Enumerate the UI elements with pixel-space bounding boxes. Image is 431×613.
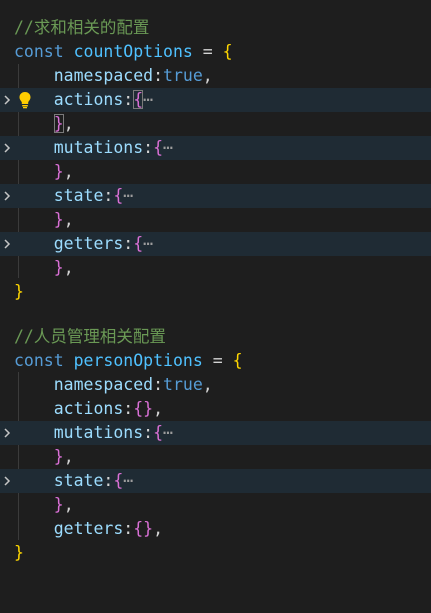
- code-line: },: [53, 258, 74, 277]
- close-brace: }: [53, 162, 64, 181]
- boolean-value: true: [163, 375, 203, 394]
- property-key: getters: [53, 234, 124, 253]
- code-line: },: [53, 495, 74, 514]
- close-brace: }: [14, 282, 24, 301]
- chevron-right-icon[interactable]: [0, 136, 14, 160]
- code-line-folded[interactable]: state:{⋯: [0, 469, 431, 493]
- open-brace: {: [133, 399, 144, 418]
- comment: //求和相关的配置: [14, 18, 150, 37]
- code-line-folded[interactable]: mutations:{⋯: [0, 136, 431, 160]
- code-line: const countOptions = {: [0, 40, 431, 64]
- code-line: },: [53, 447, 74, 466]
- open-brace: {: [153, 423, 164, 442]
- property-key: state: [53, 471, 104, 490]
- code-line: },: [53, 162, 74, 181]
- close-brace: }: [143, 519, 154, 538]
- code-line: //求和相关的配置: [0, 16, 431, 40]
- code-line-folded[interactable]: getters:{⋯: [0, 232, 431, 256]
- variable-name: countOptions: [73, 42, 193, 61]
- operator: =: [202, 42, 213, 61]
- close-brace: }: [53, 258, 64, 277]
- close-brace: }: [53, 210, 64, 229]
- fold-ellipsis[interactable]: ⋯: [123, 186, 133, 205]
- fold-ellipsis[interactable]: ⋯: [163, 423, 173, 442]
- close-brace: }: [143, 399, 154, 418]
- chevron-right-icon[interactable]: [0, 421, 14, 445]
- fold-ellipsis[interactable]: ⋯: [163, 138, 173, 157]
- code-line-folded[interactable]: mutations:{⋯: [0, 421, 431, 445]
- code-line: }: [0, 280, 431, 304]
- keyword-const: const: [14, 351, 64, 370]
- property-key: getters: [53, 519, 124, 538]
- open-brace: {: [133, 234, 144, 253]
- code-line: const personOptions = {: [0, 349, 431, 373]
- keyword-const: const: [14, 42, 64, 61]
- fold-ellipsis[interactable]: ⋯: [143, 90, 153, 109]
- operator: =: [212, 351, 223, 370]
- code-line: namespaced:true,: [53, 375, 213, 394]
- chevron-right-icon[interactable]: [0, 88, 14, 112]
- open-brace: {: [133, 90, 144, 109]
- code-line: },: [53, 210, 74, 229]
- chevron-right-icon[interactable]: [0, 232, 14, 256]
- property-key: state: [53, 186, 104, 205]
- code-line: namespaced:true,: [53, 66, 213, 85]
- boolean-value: true: [163, 66, 203, 85]
- close-brace: }: [53, 495, 64, 514]
- fold-ellipsis[interactable]: ⋯: [123, 471, 133, 490]
- code-line: actions:{},: [53, 399, 164, 418]
- property-key: namespaced: [53, 375, 154, 394]
- open-brace: {: [113, 186, 124, 205]
- property-key: mutations: [53, 138, 144, 157]
- chevron-right-icon[interactable]: [0, 469, 14, 493]
- code-line-folded[interactable]: state:{⋯: [0, 184, 431, 208]
- open-brace: {: [153, 138, 164, 157]
- property-key: actions: [53, 399, 124, 418]
- code-line: },: [53, 114, 74, 133]
- fold-ellipsis[interactable]: ⋯: [143, 234, 153, 253]
- close-brace: }: [53, 447, 64, 466]
- property-key: mutations: [53, 423, 144, 442]
- close-brace: }: [53, 114, 64, 133]
- code-editor[interactable]: //求和相关的配置 const countOptions = { namespa…: [0, 0, 431, 579]
- property-key: actions: [53, 90, 124, 109]
- comment: //人员管理相关配置: [14, 327, 166, 346]
- code-line: getters:{},: [53, 519, 164, 538]
- property-key: namespaced: [53, 66, 154, 85]
- variable-name: personOptions: [73, 351, 203, 370]
- code-line-folded[interactable]: actions:{⋯: [0, 88, 431, 112]
- code-line: }: [0, 541, 431, 565]
- code-line: //人员管理相关配置: [0, 325, 431, 349]
- close-brace: }: [14, 543, 24, 562]
- open-brace: {: [133, 519, 144, 538]
- chevron-right-icon[interactable]: [0, 184, 14, 208]
- open-brace: {: [113, 471, 124, 490]
- open-brace: {: [232, 351, 243, 370]
- open-brace: {: [222, 42, 233, 61]
